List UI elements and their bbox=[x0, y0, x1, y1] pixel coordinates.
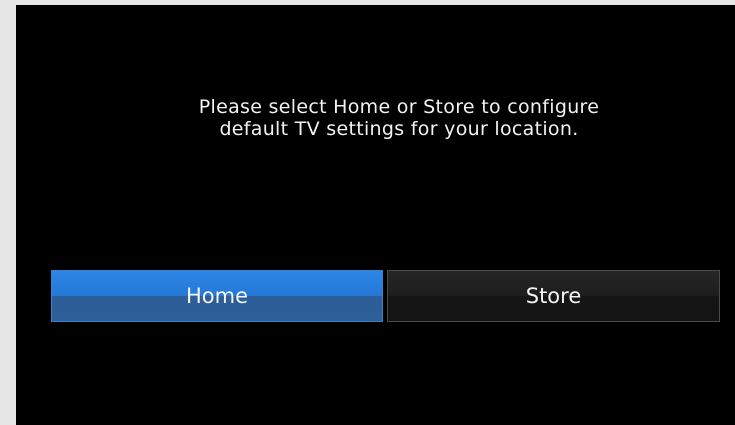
prompt-line-2: default TV settings for your location. bbox=[219, 118, 579, 140]
location-prompt: Please select Home or Store to configure… bbox=[16, 96, 735, 140]
prompt-line-1: Please select Home or Store to configure bbox=[198, 96, 600, 118]
home-button[interactable]: Home bbox=[51, 270, 383, 322]
store-button-label: Store bbox=[525, 284, 582, 308]
home-button-label: Home bbox=[185, 284, 248, 308]
setup-screen: Please select Home or Store to configure… bbox=[16, 5, 735, 425]
store-button[interactable]: Store bbox=[387, 270, 720, 322]
